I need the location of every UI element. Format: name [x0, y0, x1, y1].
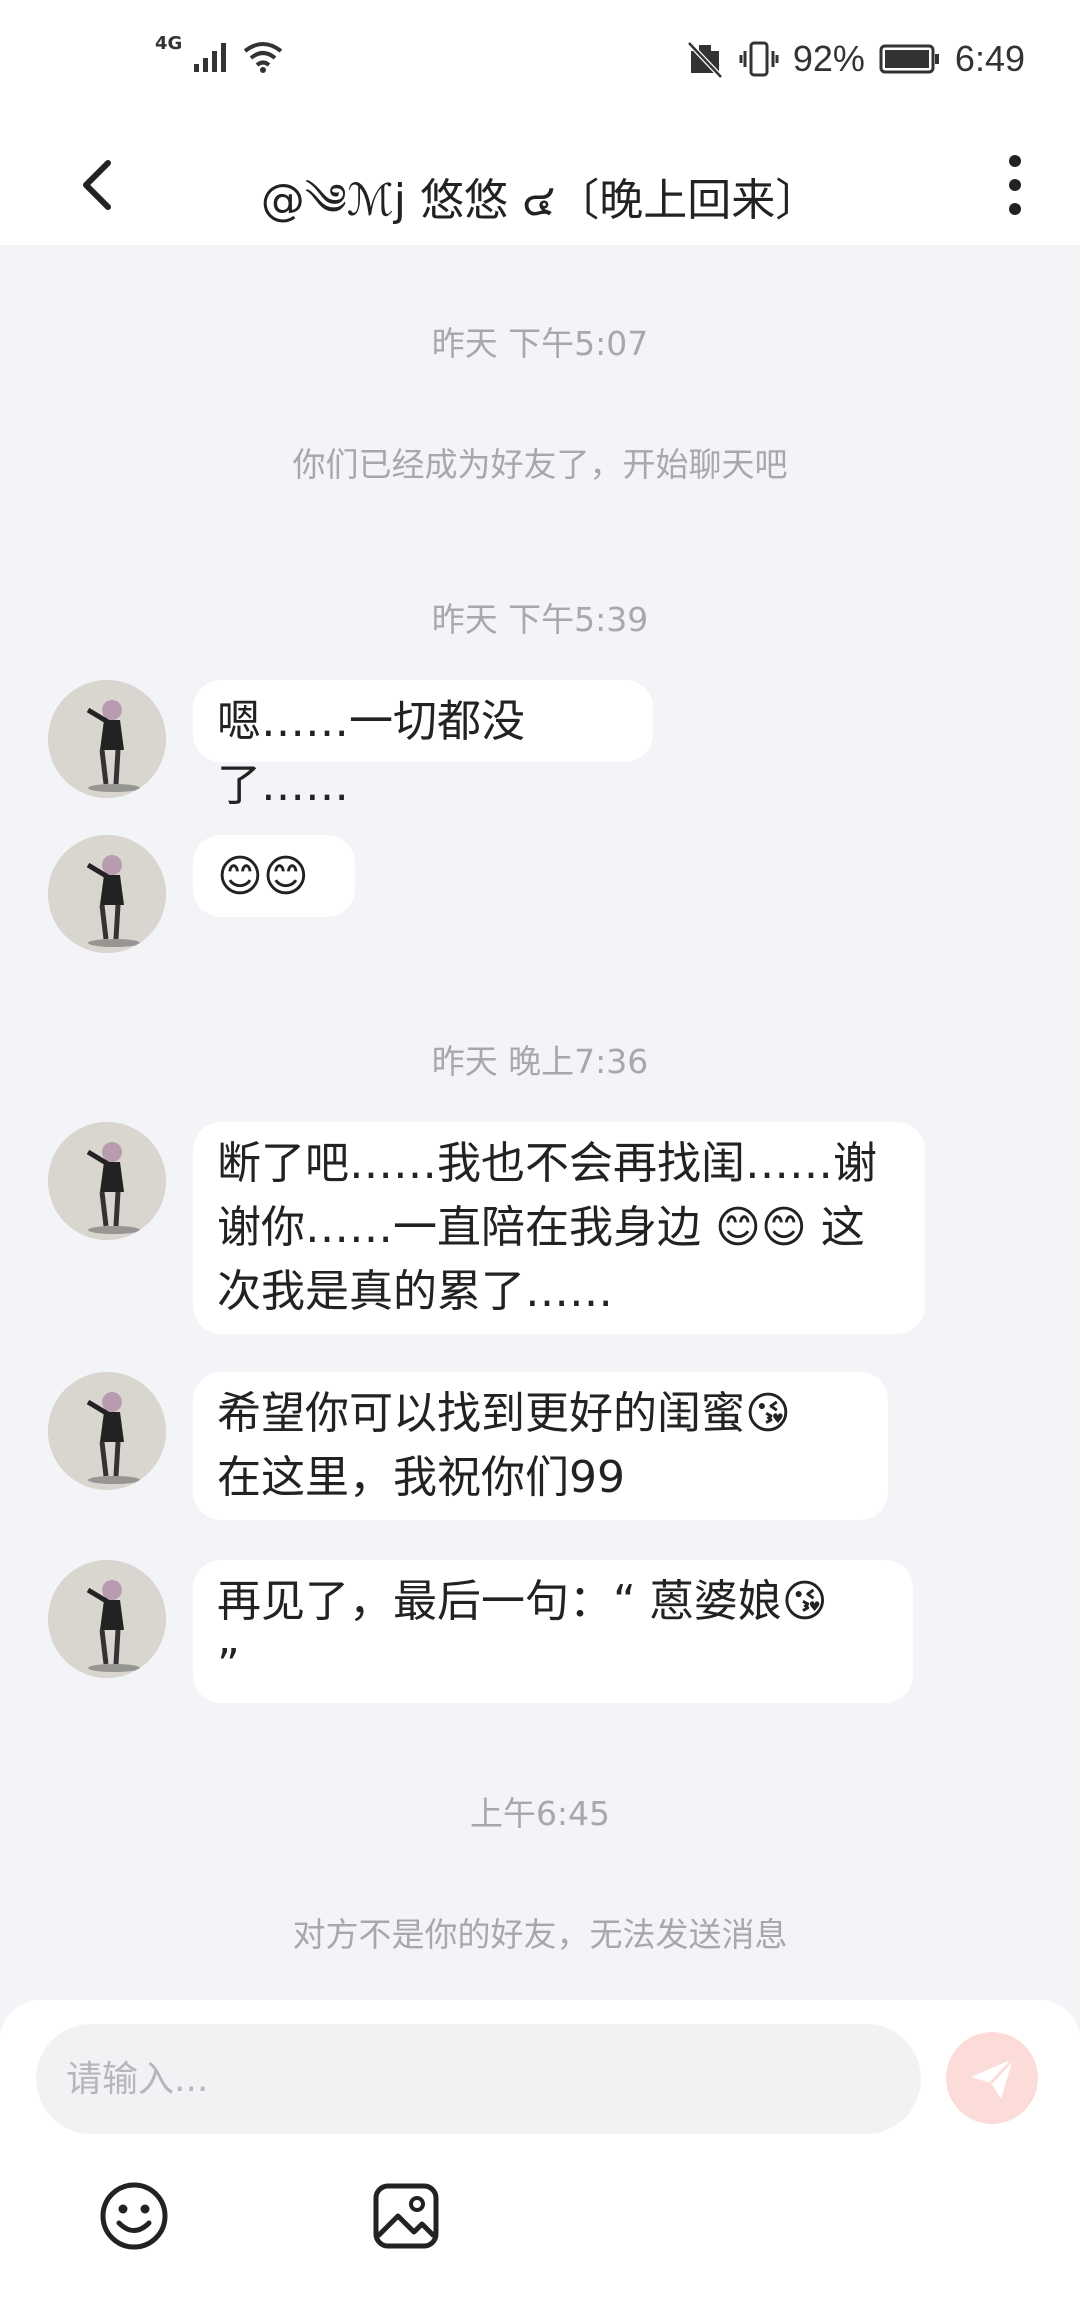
time-separator: 昨天 下午5:39 [431, 600, 649, 639]
status-bar: 4G 92% 6:49 [0, 0, 1080, 125]
avatar[interactable] [48, 835, 166, 953]
message-text-line: 断了吧……我也不会再找闺……谢 [217, 1138, 877, 1189]
signal-icon [194, 43, 227, 72]
network-badge: 4G [155, 32, 183, 54]
wifi-icon [244, 42, 283, 73]
time-separator: 昨天 下午5:07 [431, 324, 649, 363]
message-text-line: 谢你……一直陪在我身边 😊😊 这 [217, 1202, 865, 1253]
message-text: 😊😊 [217, 851, 309, 902]
message-input[interactable] [36, 2024, 921, 2134]
message-bubble[interactable]: 嗯……一切都没了…… [193, 680, 653, 811]
more-button[interactable] [990, 145, 1040, 225]
send-button[interactable] [946, 2032, 1038, 2124]
avatar[interactable] [48, 680, 166, 798]
status-left: 4G [155, 33, 284, 74]
battery-icon [879, 44, 939, 74]
message-text-line: 次我是真的累了…… [217, 1266, 613, 1317]
message-text-line: ” [217, 1640, 240, 1691]
message-list[interactable]: 昨天 下午5:07 你们已经成为好友了，开始聊天吧 昨天 下午5:39 嗯……一… [0, 245, 1080, 2000]
emoji-button[interactable] [98, 2180, 170, 2252]
back-button[interactable] [68, 147, 138, 223]
send-icon [971, 2057, 1015, 2099]
chat-header: @༄ℳj 悠悠 ๔〔晚上回来〕 [0, 125, 1080, 245]
message-text: 嗯……一切都没了…… [217, 696, 525, 811]
smiley-icon [100, 2182, 168, 2250]
message-text-line: 在这里，我祝你们99 [217, 1452, 625, 1503]
avatar[interactable] [48, 1560, 166, 1678]
avatar[interactable] [48, 1372, 166, 1490]
message-bubble[interactable]: 再见了，最后一句：“ 蒽婆娘😘 ” [193, 1560, 913, 1703]
message-bubble[interactable]: 断了吧……我也不会再找闺……谢 谢你……一直陪在我身边 😊😊 这 次我是真的累了… [193, 1122, 925, 1334]
system-message: 你们已经成为好友了，开始聊天吧 [292, 445, 788, 484]
system-message: 对方不是你的好友，无法发送消息 [292, 1915, 788, 1954]
message-bubble[interactable]: 希望你可以找到更好的闺蜜😘 在这里，我祝你们99 [193, 1372, 888, 1520]
no-sim-icon [687, 41, 723, 79]
message-text-line: 再见了，最后一句：“ 蒽婆娘😘 [217, 1576, 828, 1627]
time-separator: 上午6:45 [469, 1794, 611, 1833]
time-separator: 昨天 晚上7:36 [431, 1042, 649, 1081]
message-bubble[interactable]: 😊😊 [193, 835, 355, 917]
avatar[interactable] [48, 1122, 166, 1240]
image-button[interactable] [370, 2180, 442, 2252]
input-panel [0, 2000, 1080, 2310]
message-text-line: 希望你可以找到更好的闺蜜😘 [217, 1388, 791, 1439]
clock: 6:49 [954, 38, 1025, 79]
more-vertical-icon [1009, 155, 1021, 215]
status-right: 92% 6:49 [685, 38, 1025, 80]
vibrate-icon [739, 41, 779, 77]
chevron-left-icon [83, 160, 111, 210]
battery-percent: 92% [792, 38, 865, 79]
image-icon [373, 2183, 439, 2249]
